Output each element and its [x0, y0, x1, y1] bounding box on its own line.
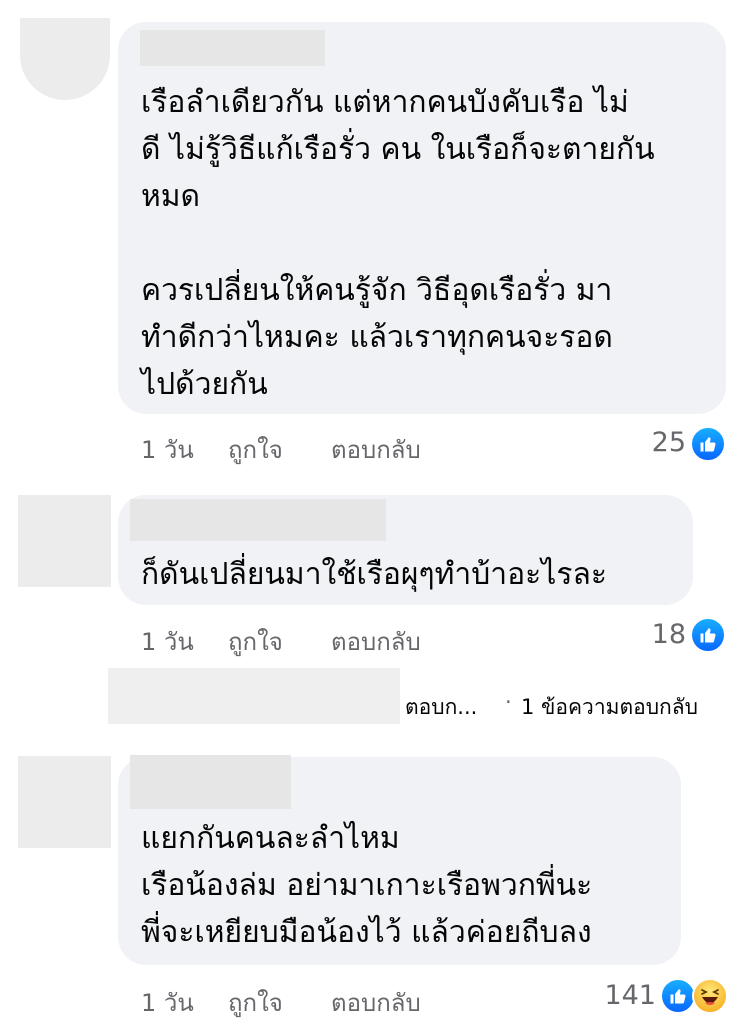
comment-text: ก็ดันเปลี่ยนมาใช้เรือผุๆทำบ้าอะไรละ: [141, 557, 607, 592]
comment-timestamp[interactable]: 1 วัน: [141, 983, 194, 1022]
like-icon[interactable]: [690, 617, 726, 653]
commenter-name-redacted[interactable]: [130, 755, 291, 809]
commenter-name-redacted[interactable]: [130, 499, 386, 541]
like-icon[interactable]: [660, 978, 696, 1014]
avatar[interactable]: [18, 495, 111, 587]
avatar[interactable]: [18, 756, 111, 848]
reply-button[interactable]: ตอบกลับ: [331, 622, 421, 661]
reply-button[interactable]: ตอบกลับ: [331, 430, 421, 469]
reply-preview-redacted[interactable]: [108, 668, 400, 724]
reaction-count[interactable]: 25: [620, 427, 686, 458]
commenter-name-redacted[interactable]: [140, 30, 325, 66]
comment-timestamp[interactable]: 1 วัน: [141, 622, 194, 661]
haha-icon[interactable]: [692, 978, 728, 1014]
reply-preview-text[interactable]: ตอบก...: [405, 691, 477, 724]
reaction-count[interactable]: 141: [590, 980, 656, 1011]
like-icon[interactable]: [690, 426, 726, 462]
reaction-count[interactable]: 18: [620, 619, 686, 650]
comment-timestamp[interactable]: 1 วัน: [141, 430, 194, 469]
like-button[interactable]: ถูกใจ: [228, 622, 283, 661]
reply-separator: ·: [505, 690, 512, 714]
comment-text: เรือลำเดียวกัน แต่หากคนบังคับเรือ ไม่ ดี…: [141, 85, 655, 402]
like-button[interactable]: ถูกใจ: [228, 983, 283, 1022]
like-button[interactable]: ถูกใจ: [228, 430, 283, 469]
avatar[interactable]: [20, 18, 110, 100]
reply-button[interactable]: ตอบกลับ: [331, 983, 421, 1022]
comment-text: แยกกันคนละลำไหม เรือน้องล่ม อย่ามาเกาะเร…: [141, 821, 593, 950]
view-replies-link[interactable]: 1 ข้อความตอบกลับ: [521, 691, 698, 724]
